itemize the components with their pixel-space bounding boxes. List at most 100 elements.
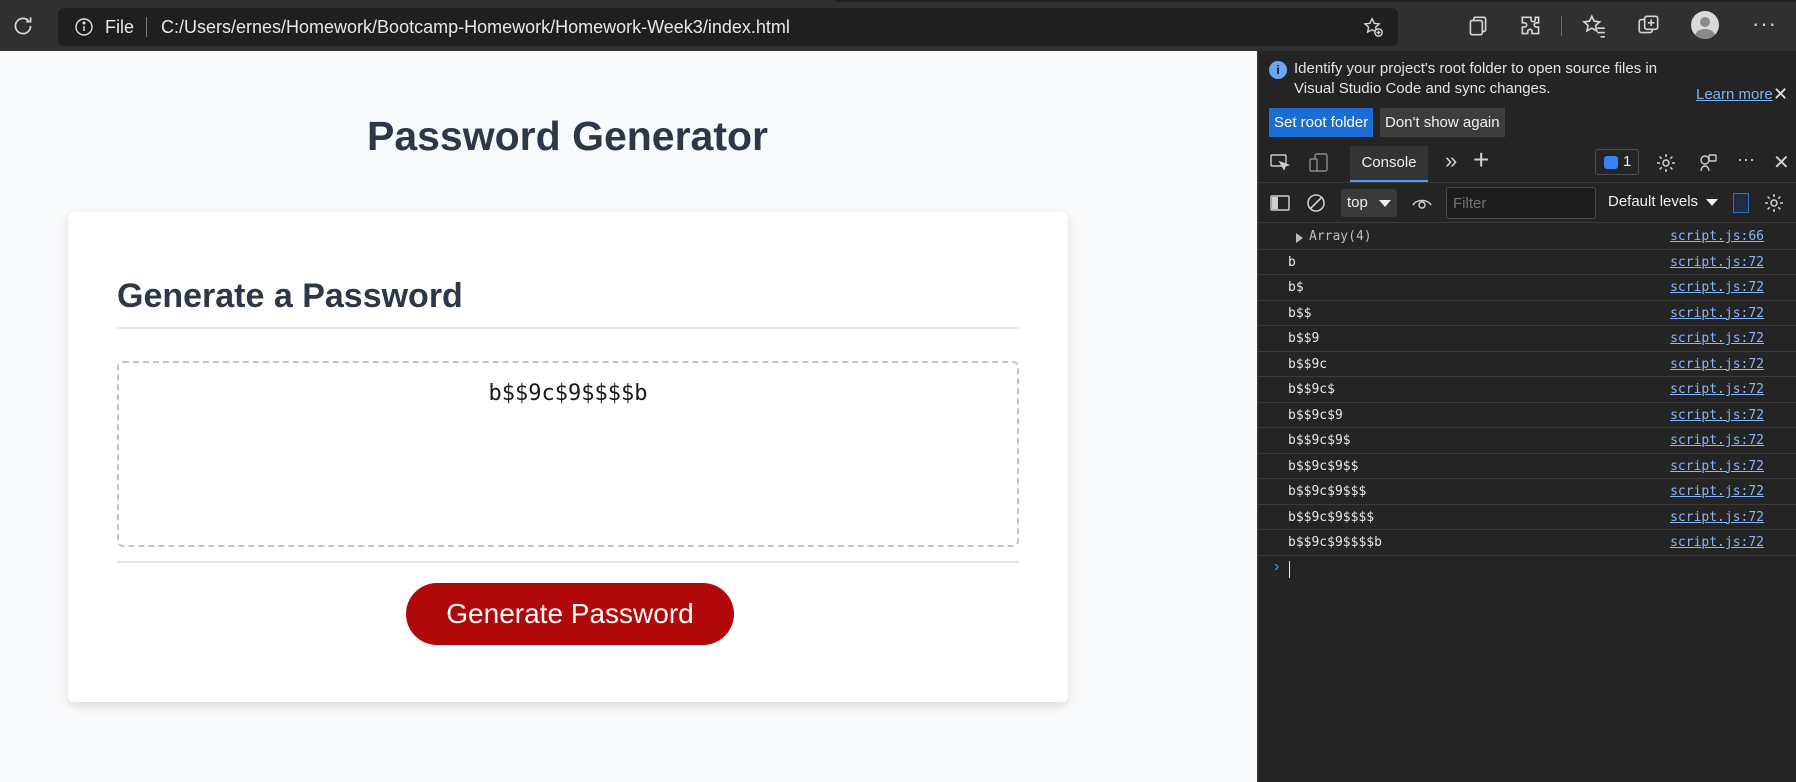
issues-count: 1 <box>1623 153 1632 170</box>
learn-more-link[interactable]: Learn more <box>1696 86 1773 103</box>
set-root-folder-button[interactable]: Set root folder <box>1269 108 1374 137</box>
console-message: b$$9c$9$$$ <box>1288 484 1367 499</box>
text-cursor <box>1289 560 1290 578</box>
log-levels-label: Default levels <box>1608 193 1699 210</box>
tab-console[interactable]: Console <box>1350 146 1428 182</box>
console-message: b$$9c <box>1288 356 1328 372</box>
settings-more-icon[interactable]: ··· <box>1752 11 1777 37</box>
source-link[interactable]: script.js:66 <box>1670 229 1764 244</box>
console-log: Array(4) script.js:66 b script.js:72 b$ scrip… <box>1258 224 1796 582</box>
console-message: b$$9c$9$ <box>1288 433 1351 448</box>
sidebar-toggle-icon[interactable] <box>1269 192 1291 214</box>
source-link[interactable]: script.js:72 <box>1670 535 1764 550</box>
console-message: b$$9c$ <box>1288 382 1335 397</box>
devtools-infobar: i Identify your project's root folder to… <box>1258 51 1796 141</box>
console-prompt[interactable]: › <box>1258 556 1796 582</box>
devtools-more-icon[interactable]: ··· <box>1737 149 1759 171</box>
console-message: b$$ <box>1288 305 1312 321</box>
console-log-row: Array(4) script.js:66 <box>1258 224 1796 250</box>
console-log-row: b$ script.js:72 <box>1258 275 1796 301</box>
page-title: Password Generator <box>366 113 769 159</box>
source-link[interactable]: script.js:72 <box>1670 433 1764 448</box>
console-message: b$$9c$9 <box>1288 407 1343 423</box>
add-favorite-icon[interactable] <box>1362 16 1384 38</box>
web-page: Password Generator Generate a Password b… <box>0 51 1257 782</box>
issues-chip-icon[interactable] <box>1733 193 1749 213</box>
browser-toolbar: File C:/Users/ernes/Homework/Bootcamp-Ho… <box>0 0 1796 51</box>
console-message: b$$9c$9$$$$b <box>1288 535 1382 550</box>
profile-avatar[interactable] <box>1691 11 1719 39</box>
favorites-icon[interactable] <box>1581 13 1607 39</box>
console-message[interactable]: Array(4) <box>1309 229 1372 244</box>
console-log-row: b$$9c$9$$$$ script.js:72 <box>1258 505 1796 530</box>
console-message: b$$9 <box>1288 331 1320 346</box>
more-tabs-icon[interactable]: » <box>1445 148 1467 173</box>
reload-icon[interactable] <box>10 13 36 39</box>
chevron-down-icon <box>1379 200 1391 207</box>
source-link[interactable]: script.js:72 <box>1670 408 1764 423</box>
inspect-element-icon[interactable] <box>1269 152 1291 174</box>
infobar-message: Identify your project's root folder to o… <box>1294 60 1658 97</box>
console-log-row: b$$9 script.js:72 <box>1258 326 1796 352</box>
site-info-icon[interactable] <box>74 17 94 37</box>
password-output[interactable]: b$$9c$9$$$$b <box>117 361 1019 547</box>
toolbar-accent <box>836 0 1796 2</box>
chevron-down-icon <box>1706 198 1719 206</box>
source-link[interactable]: script.js:72 <box>1670 510 1764 525</box>
collections-icon[interactable] <box>1465 13 1491 39</box>
address-bar[interactable]: File C:/Users/ernes/Homework/Bootcamp-Ho… <box>58 8 1398 46</box>
console-message: b <box>1288 254 1296 270</box>
console-filter-input[interactable] <box>1446 187 1596 219</box>
console-log-row: b$$9c$9$$ script.js:72 <box>1258 454 1796 479</box>
settings-gear-icon[interactable] <box>1655 152 1677 174</box>
source-link[interactable]: script.js:72 <box>1670 280 1764 295</box>
context-selector[interactable]: top <box>1341 189 1397 217</box>
console-settings-gear-icon[interactable] <box>1763 192 1785 214</box>
source-link[interactable]: script.js:72 <box>1670 255 1764 270</box>
devtools-tabbar: Console » + 1 ··· ✕ <box>1258 143 1796 183</box>
source-link[interactable]: script.js:72 <box>1670 459 1764 474</box>
issues-counter[interactable]: 1 <box>1595 149 1639 175</box>
dont-show-again-button[interactable]: Don't show again <box>1380 108 1505 137</box>
card-title: Generate a Password <box>117 277 463 315</box>
collections-add-icon[interactable] <box>1636 13 1662 39</box>
console-message: b$ <box>1288 280 1304 295</box>
extensions-icon[interactable] <box>1518 13 1544 39</box>
live-expression-eye-icon[interactable] <box>1411 192 1433 214</box>
console-log-row: b$$9c$ script.js:72 <box>1258 377 1796 403</box>
console-log-row: b$$9c$9 script.js:72 <box>1258 403 1796 428</box>
console-log-row: b script.js:72 <box>1258 250 1796 275</box>
clear-console-icon[interactable] <box>1305 192 1327 214</box>
password-text: b$$9c$9$$$$b <box>488 381 648 406</box>
issues-chat-icon <box>1604 156 1618 169</box>
password-card: Generate a Password b$$9c$9$$$$b Generat… <box>68 212 1068 702</box>
url-text[interactable]: C:/Users/ernes/Homework/Bootcamp-Homewor… <box>161 17 790 38</box>
console-log-row: b$$9c script.js:72 <box>1258 352 1796 377</box>
scheme-label: File <box>105 17 135 37</box>
source-link[interactable]: script.js:72 <box>1670 331 1764 346</box>
address-divider <box>146 17 147 37</box>
generate-password-button[interactable]: Generate Password <box>406 583 734 645</box>
add-tab-icon[interactable]: + <box>1473 144 1495 175</box>
console-message: b$$9c$9$$$$ <box>1288 509 1375 525</box>
console-log-row: b$$9c$9$$$$b script.js:72 <box>1258 530 1796 556</box>
context-label: top <box>1347 194 1368 211</box>
infobar-close-icon[interactable]: ✕ <box>1773 84 1788 105</box>
console-message: b$$9c$9$$ <box>1288 458 1359 474</box>
device-emulation-icon[interactable] <box>1308 152 1330 174</box>
prompt-chevron-icon: › <box>1274 557 1280 575</box>
card-footer-divider <box>117 561 1019 563</box>
source-link[interactable]: script.js:72 <box>1670 382 1764 397</box>
avatar-silhouette-icon <box>1695 17 1715 39</box>
expand-triangle-icon[interactable] <box>1296 233 1303 243</box>
console-log-row: b$$9c$9$$$ script.js:72 <box>1258 479 1796 505</box>
info-icon: i <box>1269 61 1287 79</box>
console-log-row: b$$9c$9$ script.js:72 <box>1258 428 1796 454</box>
customize-icon[interactable] <box>1697 152 1719 174</box>
toolbar-divider <box>1561 16 1562 36</box>
devtools-close-icon[interactable]: ✕ <box>1773 150 1795 174</box>
source-link[interactable]: script.js:72 <box>1670 357 1764 372</box>
source-link[interactable]: script.js:72 <box>1670 306 1764 321</box>
log-levels-dropdown[interactable]: Default levels <box>1608 193 1719 210</box>
source-link[interactable]: script.js:72 <box>1670 484 1764 499</box>
